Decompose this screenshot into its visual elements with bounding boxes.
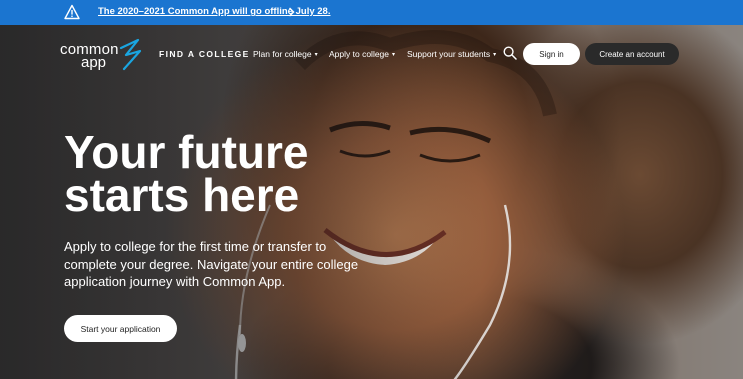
hero-subtext: Apply to college for the first time or t…	[64, 239, 359, 289]
nav-apply-to-college[interactable]: Apply to college ▾	[329, 49, 395, 59]
logo-mark-icon	[119, 38, 142, 71]
nav-plan-for-college[interactable]: Plan for college ▾	[253, 49, 318, 59]
nav-support-your-students[interactable]: Support your students ▾	[407, 49, 496, 59]
start-application-button[interactable]: Start your application	[64, 315, 177, 342]
hero-headline: Your future starts here	[64, 126, 384, 221]
logo-word-app: app	[81, 54, 107, 71]
headline-line-1: Your future	[64, 126, 309, 178]
warning-icon	[64, 4, 80, 20]
nav-apply-label: Apply to college	[329, 49, 390, 59]
alert-banner: The 2020–2021 Common App will go offline…	[0, 0, 743, 25]
nav-plan-label: Plan for college	[253, 49, 312, 59]
nav-support-label: Support your students	[407, 49, 491, 59]
caret-down-icon: ▾	[314, 52, 318, 58]
sign-in-button[interactable]: Sign in	[523, 43, 580, 65]
search-icon[interactable]	[503, 46, 517, 60]
caret-down-icon: ▾	[392, 52, 396, 58]
alert-link[interactable]: The 2020–2021 Common App will go offline…	[98, 6, 330, 17]
common-app-logo[interactable]: common app	[60, 38, 150, 72]
caret-down-icon: ▾	[493, 52, 497, 58]
headline-line-2: starts here	[64, 169, 300, 221]
chevron-right-icon[interactable]	[288, 7, 295, 17]
create-account-button[interactable]: Create an account	[585, 43, 679, 65]
nav-find-a-college[interactable]: FIND A COLLEGE	[159, 49, 250, 59]
